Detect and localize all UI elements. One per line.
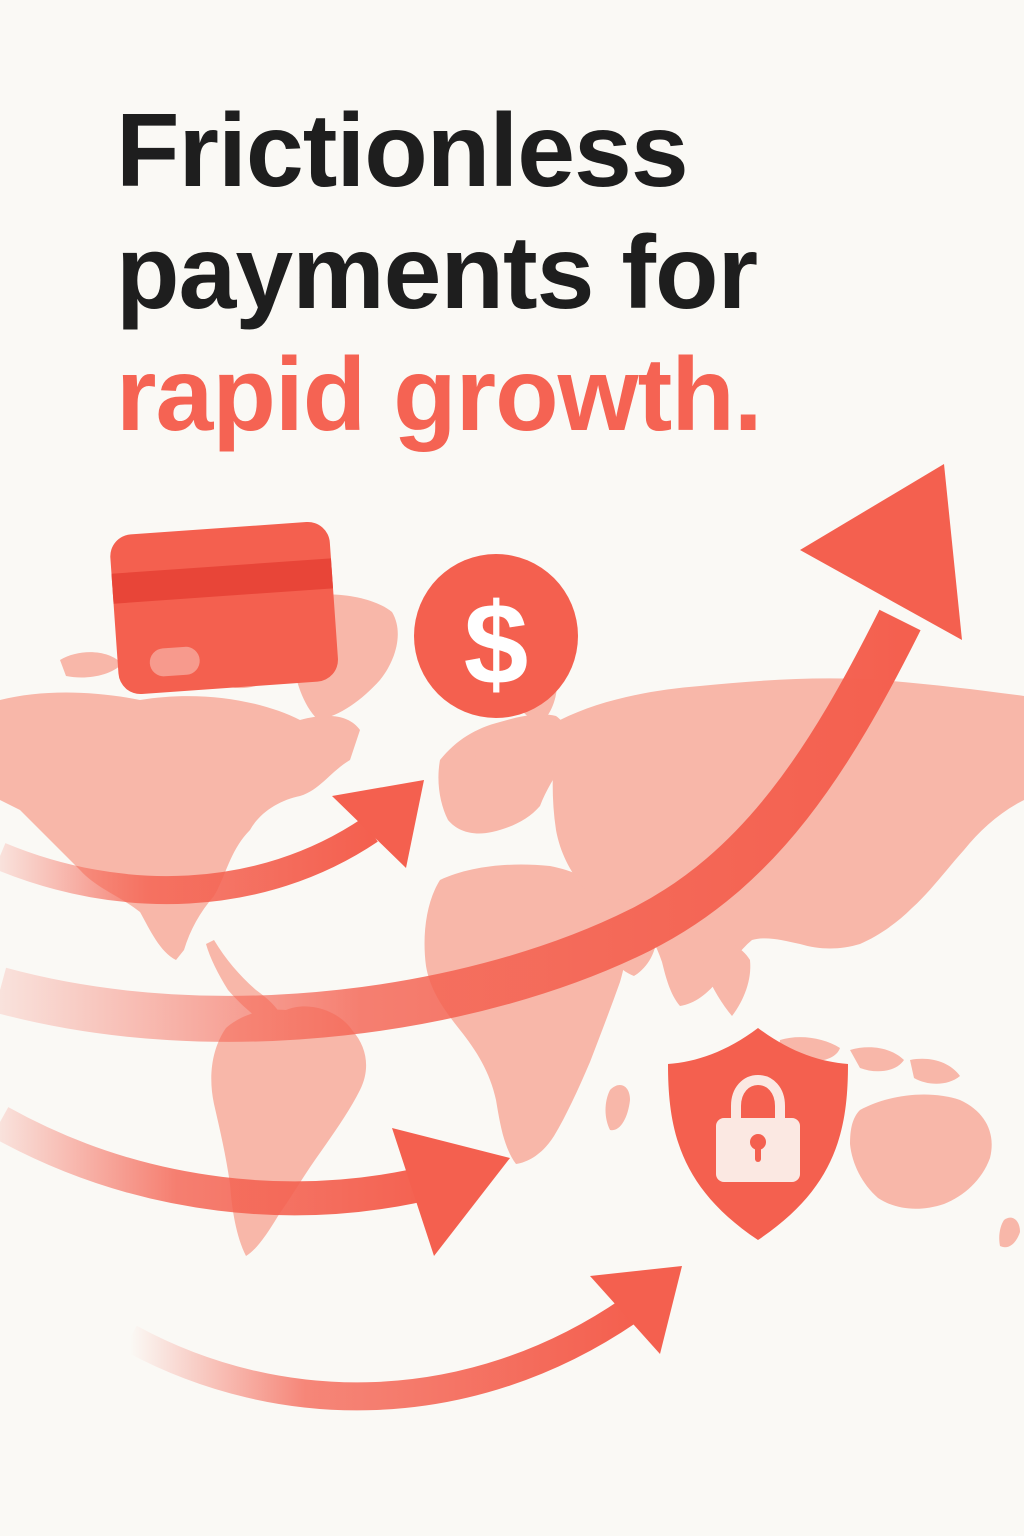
madagascar <box>605 1085 630 1131</box>
north-america <box>0 692 360 960</box>
shield-lock-icon <box>668 1028 848 1240</box>
new-zealand <box>999 1217 1020 1248</box>
poster: Frictionless payments for rapid growth. <box>0 0 1024 1536</box>
arrow-middle <box>0 1107 445 1216</box>
australia <box>850 1094 992 1209</box>
south-america <box>211 1006 367 1256</box>
arrow-bottom <box>123 1298 638 1411</box>
illustration: $ <box>0 464 1024 1411</box>
dollar-coin-icon: $ <box>414 554 578 718</box>
dollar-symbol: $ <box>464 579 529 709</box>
credit-card-icon <box>110 521 338 694</box>
